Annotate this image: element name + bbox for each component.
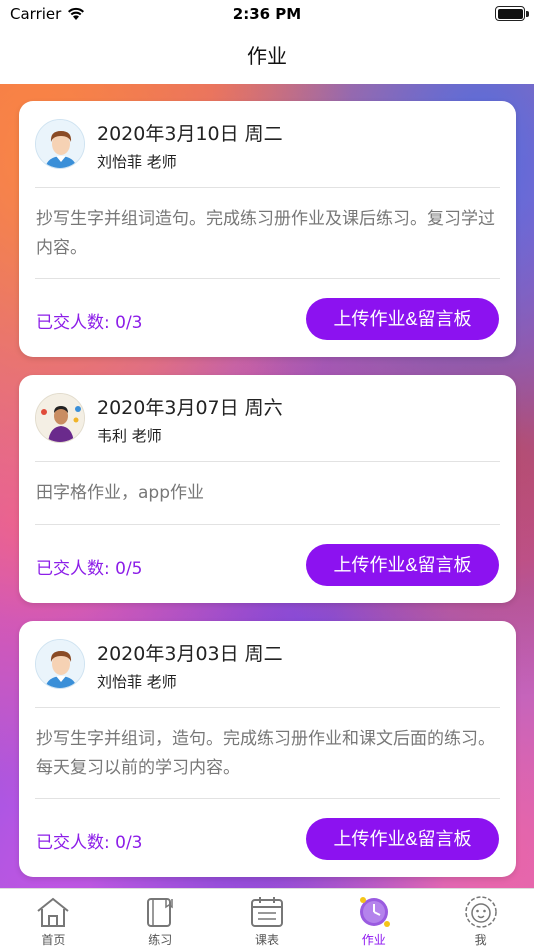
homework-date: 2020年3月07日 周六: [97, 397, 283, 419]
homework-card[interactable]: 2020年3月03日 周二 刘怡菲 老师 抄写生字并组词，造句。完成练习册作业和…: [19, 621, 516, 877]
page-title: 作业: [247, 44, 287, 68]
homework-date: 2020年3月10日 周二: [97, 123, 283, 145]
teacher-avatar-icon: [35, 639, 85, 689]
homework-card[interactable]: 2020年3月10日 周二 刘怡菲 老师 抄写生字并组词造句。完成练习册作业及课…: [19, 101, 516, 357]
homework-description: 田字格作业，app作业: [36, 483, 204, 503]
tab-label: 作业: [361, 933, 386, 947]
card-header: 2020年3月03日 周二 刘怡菲 老师: [19, 621, 516, 707]
upload-homework-button[interactable]: 上传作业&留言板: [306, 818, 499, 860]
divider: [35, 707, 500, 708]
teacher-name: 韦利 老师: [97, 427, 162, 445]
homework-clock-icon: [359, 897, 390, 927]
battery-icon: [495, 6, 525, 21]
card-header: 2020年3月10日 周二 刘怡菲 老师: [19, 101, 516, 187]
status-time: 2:36 PM: [232, 5, 302, 23]
tab-bar: 首页 练习 课表 作业 我: [0, 888, 534, 950]
status-bar: Carrier 2:36 PM: [0, 0, 534, 28]
notebook-icon: [147, 898, 173, 927]
submitted-count: 已交人数: 0/5: [36, 559, 143, 579]
upload-homework-button[interactable]: 上传作业&留言板: [306, 544, 499, 586]
tab-me[interactable]: 我: [427, 889, 534, 950]
divider: [35, 524, 500, 525]
tab-home[interactable]: 首页: [0, 889, 107, 950]
divider: [35, 798, 500, 799]
teacher-name: 刘怡菲 老师: [97, 153, 177, 171]
schedule-icon: [250, 897, 283, 927]
home-icon: [37, 897, 70, 927]
teacher-name: 刘怡菲 老师: [97, 673, 177, 691]
battery-tip: [526, 11, 529, 17]
tab-label: 我: [474, 933, 487, 947]
divider: [35, 278, 500, 279]
homework-list[interactable]: 2020年3月10日 周二 刘怡菲 老师 抄写生字并组词造句。完成练习册作业及课…: [0, 84, 534, 888]
submitted-count: 已交人数: 0/3: [36, 833, 143, 853]
tab-schedule[interactable]: 课表: [214, 889, 321, 950]
navigation-bar: 作业: [0, 28, 534, 84]
divider: [35, 461, 500, 462]
homework-card[interactable]: 2020年3月07日 周六 韦利 老师 田字格作业，app作业 已交人数: 0/…: [19, 375, 516, 603]
divider: [35, 187, 500, 188]
submitted-count: 已交人数: 0/3: [36, 313, 143, 333]
homework-date: 2020年3月03日 周二: [97, 643, 283, 665]
teacher-avatar-icon: [35, 119, 85, 169]
tab-homework[interactable]: 作业: [320, 889, 427, 950]
tab-label: 练习: [148, 933, 173, 947]
card-header: 2020年3月07日 周六 韦利 老师: [19, 375, 516, 461]
teacher-photo-avatar: [35, 393, 85, 443]
upload-homework-button[interactable]: 上传作业&留言板: [306, 298, 499, 340]
tab-label: 首页: [41, 933, 66, 947]
tab-label: 课表: [254, 933, 279, 947]
homework-description: 抄写生字并组词，造句。完成练习册作业和课文后面的练习。每天复习以前的学习内容。: [36, 729, 495, 778]
tab-practice[interactable]: 练习: [107, 889, 214, 950]
lion-face-icon: [464, 896, 497, 928]
homework-description: 抄写生字并组词造句。完成练习册作业及课后练习。复习学过内容。: [36, 209, 495, 258]
